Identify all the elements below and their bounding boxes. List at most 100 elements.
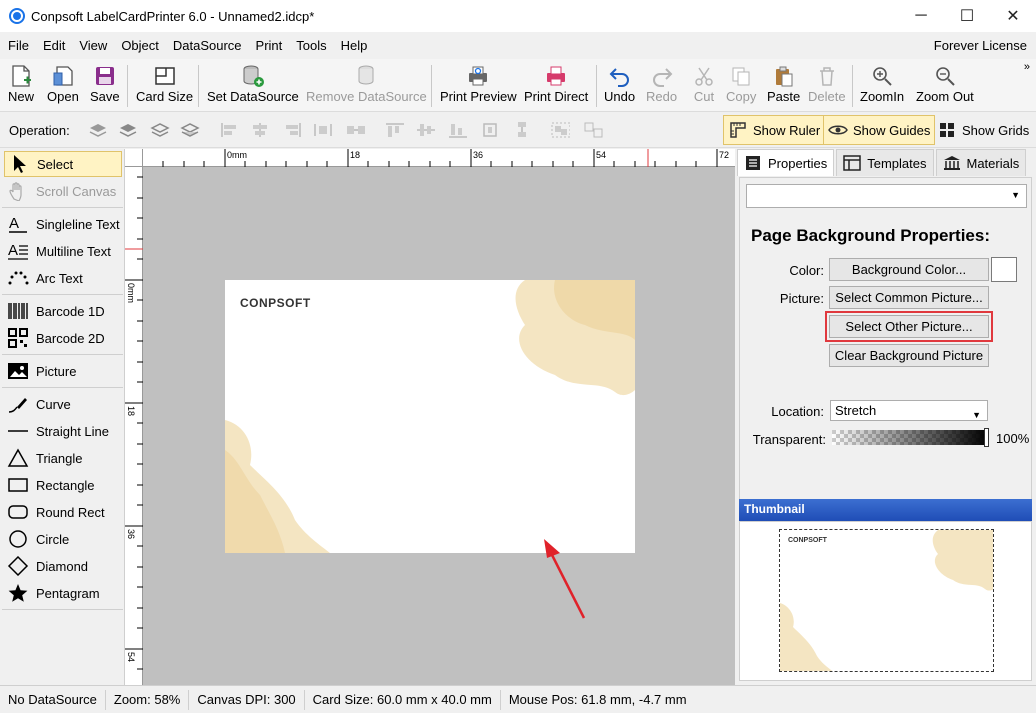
thumbnail-watercolor [780,530,993,671]
horizontal-ruler[interactable]: 0mm 18 36 54 72 [143,149,735,167]
minimize-button[interactable]: ─ [898,0,944,32]
tool-picture[interactable]: Picture [4,358,122,384]
tool-arc-text[interactable]: Arc Text [4,265,122,291]
select-common-picture-button[interactable]: Select Common Picture... [829,286,989,309]
tool-multiline-text[interactable]: A Multiline Text [4,238,122,264]
menu-tools[interactable]: Tools [290,38,332,53]
menu-datasource[interactable]: DataSource [167,38,248,53]
transparency-value: 100% [996,431,1030,446]
cut-button[interactable]: Cut [691,63,717,109]
zoom-out-icon [932,63,958,89]
tool-barcode-1d[interactable]: Barcode 1D [4,298,122,324]
toolbar-overflow-button[interactable]: » [1024,61,1030,73]
properties-pane: ▼ Page Background Properties: Color: Bac… [739,177,1032,503]
tab-materials[interactable]: Materials [935,149,1027,176]
tool-select[interactable]: Select [4,151,122,177]
align-center-icon[interactable] [250,121,270,139]
tool-rectangle[interactable]: Rectangle [4,472,122,498]
diamond-icon [6,555,30,577]
card-size-button[interactable]: Card Size [136,63,193,109]
tool-triangle[interactable]: Triangle [4,445,122,471]
object-selector-dropdown[interactable]: ▼ [746,184,1027,208]
paste-button[interactable]: Paste [767,63,800,109]
menu-help[interactable]: Help [335,38,374,53]
copy-button[interactable]: Copy [726,63,756,109]
show-guides-toggle[interactable]: Show Guides [823,115,936,145]
label-card[interactable]: CONPSOFT [225,280,635,553]
tab-properties[interactable]: Properties [737,149,835,176]
send-to-back-icon[interactable] [180,121,200,139]
design-canvas[interactable]: CONPSOFT [143,167,735,685]
print-preview-button[interactable]: Print Preview [440,63,517,109]
menu-edit[interactable]: Edit [37,38,71,53]
select-other-picture-button[interactable]: Select Other Picture... [825,311,993,342]
align-left-icon[interactable] [220,121,240,139]
transparency-slider-thumb[interactable] [984,428,989,447]
save-button[interactable]: Save [90,63,120,109]
toolbar-separator [127,65,128,107]
distribute-vertical-icon[interactable] [480,121,500,139]
tool-curve[interactable]: Curve [4,391,122,417]
ungroup-icon[interactable] [583,121,603,139]
align-right-icon[interactable] [282,121,302,139]
same-width-icon[interactable] [345,121,365,139]
tool-round-rect[interactable]: Round Rect [4,499,122,525]
open-button[interactable]: Open [47,63,79,109]
tool-circle[interactable]: Circle [4,526,122,552]
zoom-out-button[interactable]: Zoom Out [916,63,974,109]
print-direct-button[interactable]: Print Direct [524,63,588,109]
menu-view[interactable]: View [73,38,113,53]
zoom-in-button[interactable]: ZoomIn [860,63,904,109]
location-dropdown[interactable]: Stretch ▼ [830,400,988,421]
redo-icon [649,63,675,89]
bring-forward-icon[interactable] [118,121,138,139]
distribute-horizontal-icon[interactable] [313,121,333,139]
tool-barcode-2d[interactable]: Barcode 2D [4,325,122,351]
new-button[interactable]: New [8,63,34,109]
maximize-button[interactable]: ☐ [944,0,990,32]
menu-object[interactable]: Object [115,38,165,53]
align-top-icon[interactable] [385,121,405,139]
color-label: Color: [789,263,824,278]
set-datasource-button[interactable]: Set DataSource [207,63,299,109]
menu-print[interactable]: Print [250,38,289,53]
vertical-ruler[interactable]: 0mm 18 36 54 [125,167,143,685]
tab-templates[interactable]: Templates [836,149,934,176]
clear-background-picture-button[interactable]: Clear Background Picture [829,344,989,367]
same-height-icon[interactable] [512,121,532,139]
align-middle-icon[interactable] [416,121,436,139]
menu-file[interactable]: File [2,38,35,53]
star-icon [6,582,30,604]
group-icon[interactable] [550,121,570,139]
remove-datasource-button[interactable]: Remove DataSource [306,63,427,109]
thumbnail-preview[interactable]: CONPSOFT [779,529,994,672]
tool-diamond[interactable]: Diamond [4,553,122,579]
singleline-text-icon: A [6,213,30,235]
close-button[interactable]: ✕ [990,0,1036,32]
tool-singleline-text[interactable]: A Singleline Text [4,211,122,237]
color-swatch[interactable] [991,257,1017,282]
delete-button[interactable]: Delete [808,63,846,109]
title-bar: Conpsoft LabelCardPrinter 6.0 - Unnamed2… [0,0,1036,32]
ruler-v-label: 36 [126,529,136,540]
show-ruler-toggle[interactable]: Show Ruler [723,115,826,145]
barcode-icon [6,300,30,322]
triangle-icon [6,447,30,469]
background-color-button[interactable]: Background Color... [829,258,989,281]
bring-to-front-icon[interactable] [88,121,108,139]
show-grids-toggle[interactable]: Show Grids [932,115,1034,145]
send-backward-icon[interactable] [150,121,170,139]
picture-icon [6,360,30,382]
tool-scroll-canvas[interactable]: Scroll Canvas [4,178,122,204]
card-logo-text[interactable]: CONPSOFT [240,296,311,310]
align-bottom-icon[interactable] [448,121,468,139]
thumbnail-header: Thumbnail [739,499,1032,521]
tool-separator [2,294,123,295]
redo-button[interactable]: Redo [646,63,677,109]
undo-button[interactable]: Undo [604,63,635,109]
status-mouse-pos: Mouse Pos: 61.8 mm, -4.7 mm [508,691,687,707]
window-controls: ─ ☐ ✕ [898,0,1036,32]
tool-pentagram[interactable]: Pentagram [4,580,122,606]
tool-straight-line[interactable]: Straight Line [4,418,122,444]
transparency-slider[interactable] [832,430,988,445]
